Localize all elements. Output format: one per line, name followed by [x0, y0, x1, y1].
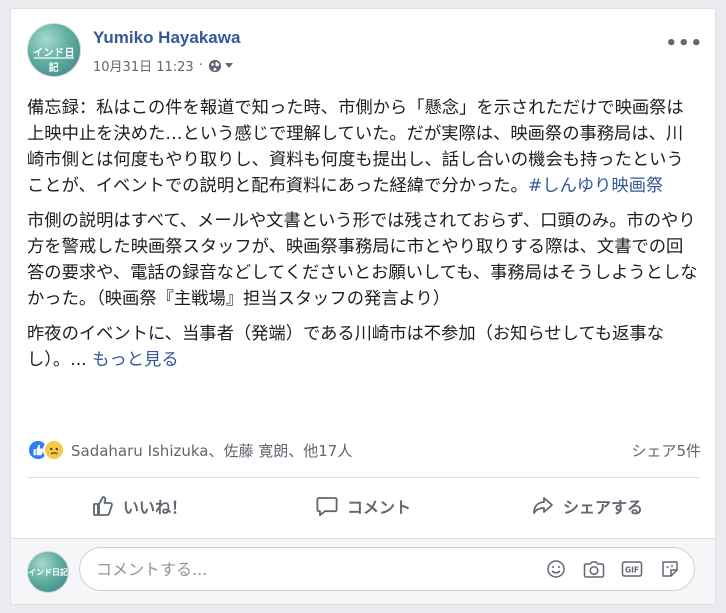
like-label: いいね！ — [122, 498, 187, 517]
comment-tools: GIF — [530, 557, 682, 581]
post-timestamp[interactable]: 10月31日 11:23 — [93, 56, 194, 75]
meta-separator: · — [198, 58, 203, 73]
emoji-icon[interactable] — [544, 557, 568, 581]
comment-input[interactable] — [96, 559, 530, 579]
share-arrow-icon — [533, 497, 553, 514]
gif-icon[interactable]: GIF — [620, 557, 644, 581]
more-options-icon[interactable]: ••• — [665, 33, 703, 54]
sticker-icon[interactable] — [658, 557, 682, 581]
reactions-bar: Sadaharu Ishizuka、佐藤 寛朗、他17人 シェア5件 — [27, 438, 701, 462]
post-paragraph-1: 備忘録：私はこの件を報道で知った時、市側から「懸念」を示されただけで映画祭は上映… — [27, 95, 699, 199]
svg-text:GIF: GIF — [625, 566, 639, 575]
post-paragraph-3: 昨夜のイベントに、当事者（発端）である川崎市は不参加（お知らせしても返事なし）。… — [27, 321, 699, 373]
like-button[interactable]: いいね！ — [27, 494, 251, 518]
post-card: インド日記 Yumiko Hayakawa 10月31日 11:23 · •••… — [10, 8, 716, 605]
post-meta: 10月31日 11:23 · — [93, 56, 233, 75]
divider — [27, 477, 699, 478]
author-avatar[interactable]: インド日記 — [27, 23, 81, 77]
globe-icon[interactable] — [208, 59, 222, 73]
share-label: シェアする — [562, 498, 643, 517]
share-button[interactable]: シェアする — [475, 494, 699, 518]
comment-bubble-icon — [316, 497, 338, 517]
comment-composer: インド日記 GIF — [11, 538, 715, 604]
hashtag-link[interactable]: #しんゆり映画祭 — [528, 176, 663, 196]
comment-button[interactable]: コメント — [251, 494, 475, 518]
post-actions: いいね！ コメント シェアする — [27, 485, 699, 527]
comment-box[interactable]: GIF — [79, 547, 695, 591]
reaction-names[interactable]: Sadaharu Ishizuka、佐藤 寛朗、他17人 — [71, 440, 352, 461]
see-more-link[interactable]: もっと見る — [92, 350, 178, 370]
share-count[interactable]: シェア5件 — [631, 440, 701, 461]
camera-icon[interactable] — [582, 557, 606, 581]
post-paragraph-2: 市側の説明はすべて、メールや文書という形では残されておらず、口頭のみ。市のやり方… — [27, 208, 699, 312]
avatar-text: インド日記 — [33, 48, 75, 74]
thumbs-up-icon — [93, 496, 113, 516]
sad-reaction-icon[interactable] — [43, 439, 65, 461]
post-body: 備忘録：私はこの件を報道で知った時、市側から「懸念」を示されただけで映画祭は上映… — [27, 95, 699, 382]
avatar-decoration — [34, 57, 74, 59]
author-name[interactable]: Yumiko Hayakawa — [93, 28, 240, 48]
post-header: インド日記 Yumiko Hayakawa 10月31日 11:23 · ••• — [27, 23, 703, 79]
avatar-text: インド日記 — [28, 568, 68, 577]
paragraph-text: 市側の説明はすべて、メールや文書という形では残されておらず、口頭のみ。市のやり方… — [27, 211, 698, 309]
privacy-dropdown-icon[interactable] — [224, 63, 233, 68]
comment-label: コメント — [346, 498, 411, 517]
commenter-avatar[interactable]: インド日記 — [27, 551, 69, 593]
